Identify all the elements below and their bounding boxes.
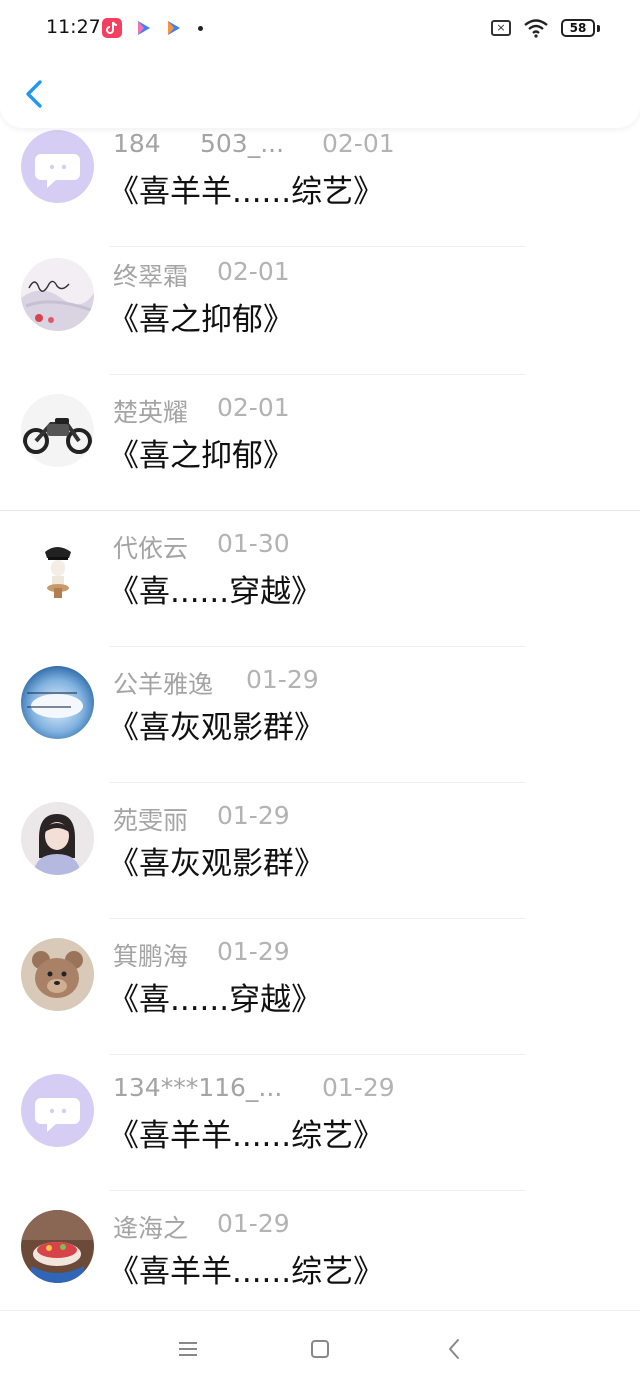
- video-app-icon: [133, 18, 153, 38]
- sender-name: 箕鹏海: [113, 942, 189, 971]
- avatar[interactable]: [21, 802, 94, 875]
- divider: [110, 782, 525, 783]
- divider: [110, 646, 525, 647]
- message-preview: 《喜......穿越》: [108, 574, 323, 610]
- menu-icon[interactable]: [172, 1333, 204, 1365]
- avatar[interactable]: [21, 666, 94, 739]
- list-item[interactable]: 箕鹏海 01-29 《喜......穿越》: [0, 920, 640, 1056]
- chat-bubble-avatar-icon: [21, 1074, 94, 1147]
- header-bar: 11:27 × 58: [0, 0, 640, 128]
- battery-level: 58: [561, 19, 595, 37]
- list-item[interactable]: 134***116_... 01-29 《喜羊羊......综艺》: [0, 1056, 640, 1192]
- system-nav-bar: [0, 1310, 640, 1388]
- list-item[interactable]: 终翠霜 02-01 《喜之抑郁》: [0, 240, 640, 376]
- message-date: 01-30: [217, 529, 290, 558]
- back-triangle-icon[interactable]: [438, 1333, 470, 1365]
- list-item[interactable]: 184 503_... 02-01 《喜羊羊......综艺》: [0, 112, 640, 248]
- notification-dot: [198, 26, 203, 31]
- signature-photo-avatar-icon: [21, 258, 94, 331]
- message-date: 01-29: [217, 1209, 290, 1238]
- sender-name: 终翠霜: [113, 262, 189, 291]
- police-figure-avatar-icon: [21, 530, 94, 603]
- divider: [110, 374, 525, 375]
- message-date: 01-29: [217, 801, 290, 830]
- chat-bubble-avatar-icon: [21, 130, 94, 203]
- system-status-icons: × 58: [491, 18, 600, 38]
- avatar[interactable]: [21, 530, 94, 603]
- message-preview: 《喜之抑郁》: [108, 302, 294, 338]
- sim-off-icon: ×: [491, 20, 511, 36]
- message-preview: 《喜灰观影群》: [108, 846, 325, 882]
- motorcycle-photo-avatar-icon: [21, 394, 94, 467]
- avatar[interactable]: [21, 1210, 94, 1283]
- cake-photo-avatar-icon: [21, 1210, 94, 1283]
- sender-name: 公羊雅逸: [113, 670, 214, 699]
- avatar[interactable]: [21, 1074, 94, 1147]
- sender-name: 134***116_...: [113, 1073, 283, 1102]
- sky-text-avatar-icon: [21, 666, 94, 739]
- girl-photo-avatar-icon: [21, 802, 94, 875]
- home-square-icon[interactable]: [304, 1333, 336, 1365]
- message-date: 01-29: [246, 665, 319, 694]
- avatar[interactable]: [21, 938, 94, 1011]
- message-preview: 《喜羊羊......综艺》: [108, 174, 385, 210]
- message-date: 02-01: [217, 393, 290, 422]
- sender-name: 苑雯丽: [113, 806, 189, 835]
- message-preview: 《喜羊羊......综艺》: [108, 1254, 385, 1290]
- message-preview: 《喜......穿越》: [108, 982, 323, 1018]
- list-item[interactable]: 楚英耀 02-01 《喜之抑郁》: [0, 376, 640, 512]
- message-date: 01-29: [217, 937, 290, 966]
- video-app-icon: [163, 18, 183, 38]
- divider: [110, 1054, 525, 1055]
- divider: [110, 1190, 525, 1191]
- message-date: 02-01: [322, 129, 395, 158]
- message-date: 02-01: [217, 257, 290, 286]
- avatar[interactable]: [21, 258, 94, 331]
- sender-name: 代依云: [113, 534, 189, 563]
- list-item[interactable]: 苑雯丽 01-29 《喜灰观影群》: [0, 784, 640, 920]
- list-item[interactable]: 公羊雅逸 01-29 《喜灰观影群》: [0, 648, 640, 784]
- wifi-icon: [524, 19, 548, 38]
- message-date: 01-29: [322, 1073, 395, 1102]
- avatar[interactable]: [21, 394, 94, 467]
- battery-icon: 58: [561, 19, 600, 37]
- chevron-left-icon[interactable]: [20, 74, 50, 114]
- list-item[interactable]: 代依云 01-30 《喜......穿越》: [0, 512, 640, 648]
- divider: [110, 918, 525, 919]
- avatar[interactable]: [21, 130, 94, 203]
- message-preview: 《喜羊羊......综艺》: [108, 1118, 385, 1154]
- sender-name: 楚英耀: [113, 398, 189, 427]
- sender-name: 逄海之: [113, 1214, 189, 1243]
- sender-name-extra: 503_...: [200, 129, 285, 158]
- teddy-bear-avatar-icon: [21, 938, 94, 1011]
- sender-name: 184: [113, 129, 161, 158]
- status-time: 11:27: [46, 16, 101, 38]
- list-item[interactable]: 逄海之 01-29 《喜羊羊......综艺》: [0, 1192, 640, 1328]
- message-preview: 《喜之抑郁》: [108, 438, 294, 474]
- section-divider: [0, 510, 640, 511]
- tiktok-icon: [102, 18, 122, 38]
- message-preview: 《喜灰观影群》: [108, 710, 325, 746]
